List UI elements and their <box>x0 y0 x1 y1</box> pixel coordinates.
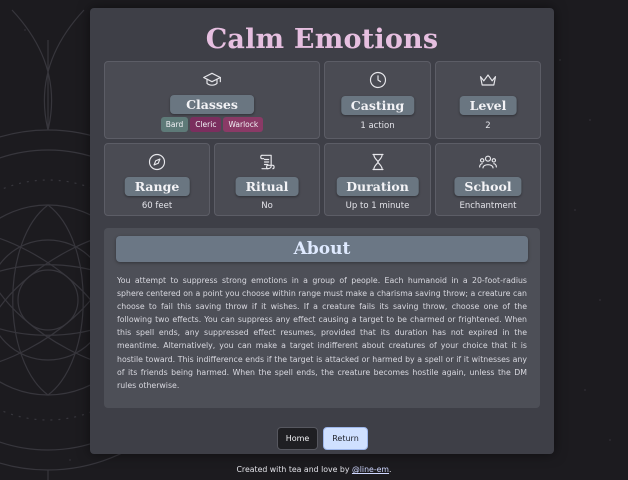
about-heading: About <box>116 236 528 262</box>
ritual-label: Ritual <box>235 177 299 196</box>
compass-icon <box>148 153 166 171</box>
classes-label: Classes <box>170 95 254 114</box>
return-button[interactable]: Return <box>323 427 368 450</box>
about-text: You attempt to suppress strong emotions … <box>117 276 527 390</box>
author-link[interactable]: @line-em <box>352 465 389 474</box>
clock-icon <box>369 71 386 89</box>
class-tag-cleric[interactable]: Cleric <box>190 117 222 132</box>
crown-icon <box>479 74 497 86</box>
users-icon <box>479 155 497 169</box>
footer: Created with tea and love by @line-em. <box>0 465 628 474</box>
class-tag-warlock[interactable]: Warlock <box>223 117 264 132</box>
duration-label: Duration <box>336 177 419 196</box>
spell-card: Calm Emotions Classes Bard Cleric Warloc… <box>90 8 554 454</box>
duration-value: Up to 1 minute <box>345 201 410 211</box>
footer-suffix: . <box>389 465 392 474</box>
ritual-box: Ritual No <box>214 143 320 216</box>
school-box: School Enchantment <box>435 143 541 216</box>
footer-text: Created with tea and love by <box>236 465 352 474</box>
class-tags: Bard Cleric Warlock <box>105 117 319 132</box>
home-button[interactable]: Home <box>277 427 318 450</box>
hourglass-icon <box>371 153 384 171</box>
ritual-value: No <box>261 201 273 211</box>
classes-box: Classes Bard Cleric Warlock <box>104 61 320 139</box>
about-section: About You attempt to suppress strong emo… <box>104 228 540 408</box>
duration-box: Duration Up to 1 minute <box>324 143 431 216</box>
level-value: 2 <box>485 121 491 131</box>
level-label: Level <box>459 96 517 115</box>
casting-box: Casting 1 action <box>324 61 431 139</box>
casting-value: 1 action <box>360 121 395 131</box>
class-tag-bard[interactable]: Bard <box>160 117 189 132</box>
graduation-cap-icon <box>203 72 221 86</box>
school-value: Enchantment <box>459 201 517 211</box>
level-box: Level 2 <box>435 61 541 139</box>
scroll-icon <box>260 154 275 170</box>
spell-title: Calm Emotions <box>205 24 439 55</box>
school-label: School <box>454 177 522 196</box>
casting-label: Casting <box>340 96 415 115</box>
range-value: 60 feet <box>141 201 173 211</box>
range-box: Range 60 feet <box>104 143 210 216</box>
range-label: Range <box>124 177 190 196</box>
